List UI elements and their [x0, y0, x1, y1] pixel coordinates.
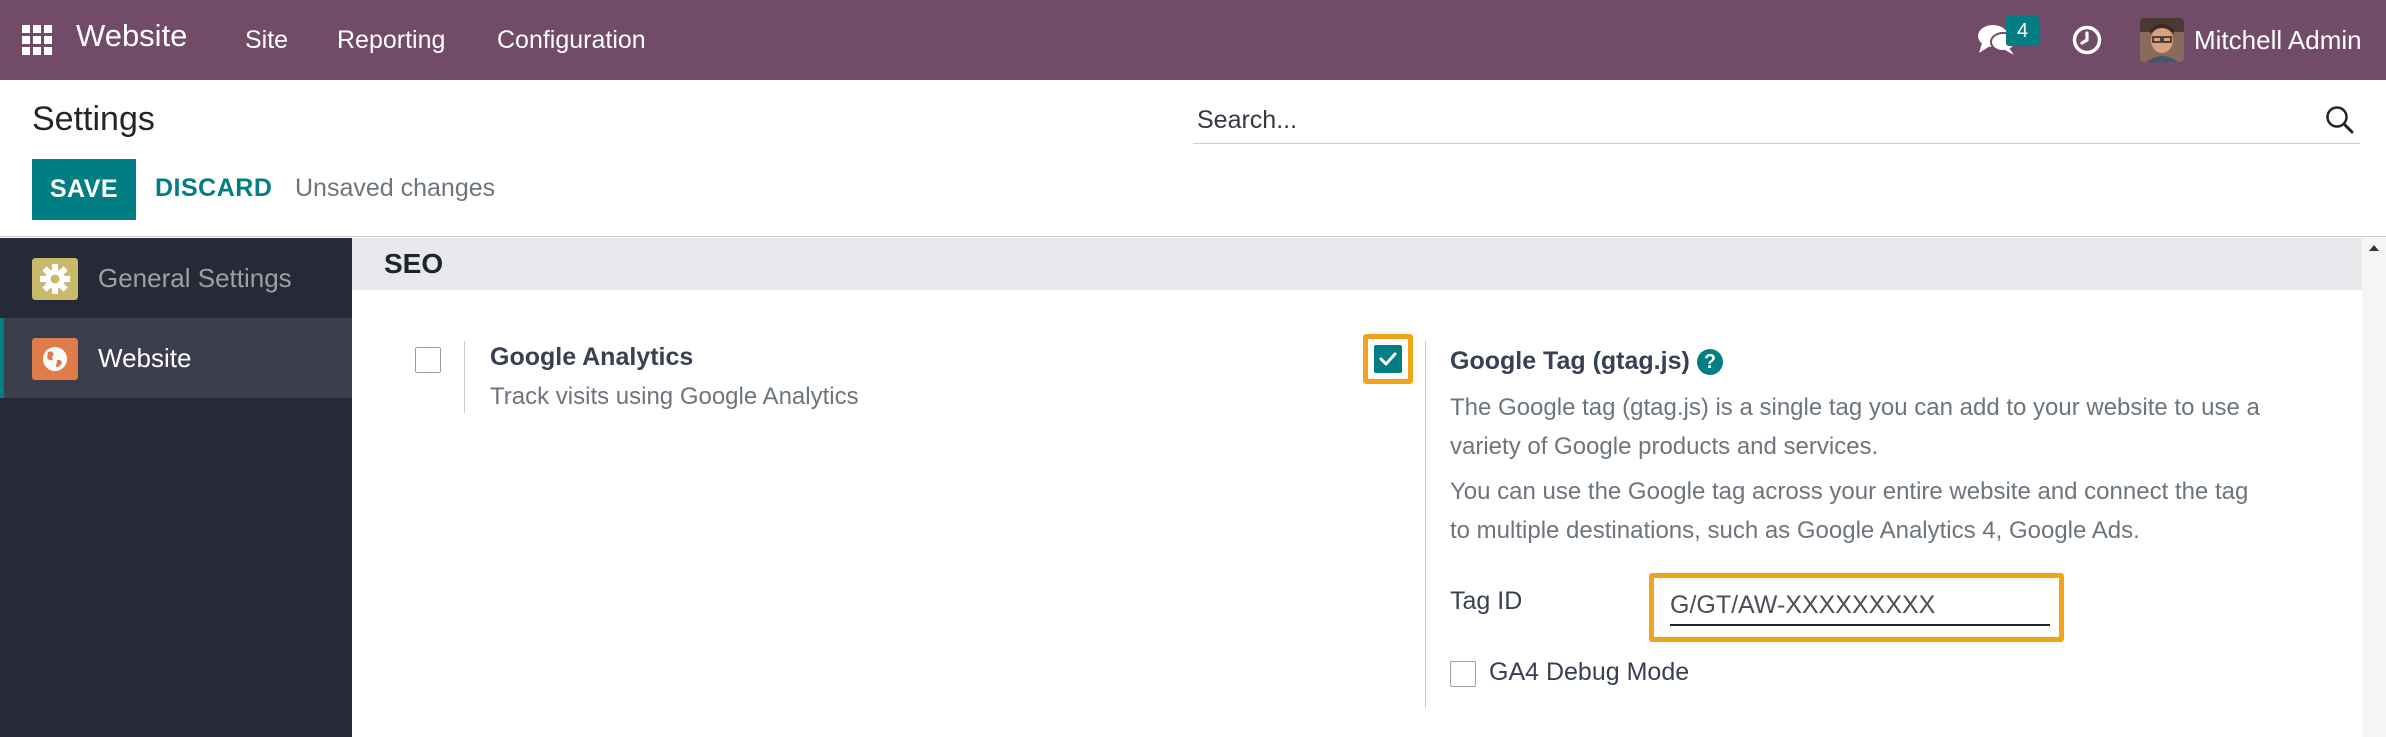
scrollbar[interactable]: [2362, 238, 2386, 737]
google-tag-description-destinations: You can use the Google tag across your e…: [1450, 478, 2249, 544]
scroll-up-arrow-icon[interactable]: [2362, 238, 2386, 258]
google-analytics-title: Google Analytics: [490, 343, 694, 371]
control-panel: Settings SAVE DISCARD Unsaved changes: [0, 80, 2386, 237]
google-tag-checkbox[interactable]: [1374, 345, 1402, 373]
sidebar-item-label: General Settings: [98, 263, 292, 293]
ga4-debug-checkbox[interactable]: [1450, 661, 1476, 687]
settings-sidebar: General Settings Website: [0, 238, 352, 737]
tag-id-input[interactable]: [1670, 586, 2050, 626]
page-title: Settings: [32, 100, 155, 138]
google-analytics-checkbox[interactable]: [415, 347, 441, 373]
divider: [464, 341, 465, 413]
settings-content: SEO Google Analytics Track visits using …: [352, 238, 2362, 737]
divider: [1425, 341, 1426, 708]
ga4-debug-label: GA4 Debug Mode: [1489, 658, 1690, 686]
app-brand[interactable]: Website: [76, 18, 187, 54]
unsaved-changes-status: Unsaved changes: [295, 174, 496, 202]
checkmark-icon: [1379, 352, 1397, 366]
save-button[interactable]: SAVE: [32, 159, 136, 220]
section-title: SEO: [384, 248, 444, 279]
globe-icon: [32, 338, 78, 380]
avatar[interactable]: [2140, 18, 2184, 62]
gear-icon: [32, 258, 78, 300]
search-bar: [1193, 96, 2360, 144]
message-count-badge: 4: [2006, 16, 2039, 46]
clock-icon[interactable]: [2071, 24, 2103, 56]
user-name[interactable]: Mitchell Admin: [2194, 25, 2362, 56]
sidebar-item-label: Website: [98, 343, 192, 373]
app-grid-icon[interactable]: [22, 25, 52, 55]
search-icon[interactable]: [2324, 104, 2356, 136]
search-input[interactable]: [1197, 102, 2287, 138]
sidebar-item-general-settings[interactable]: General Settings: [0, 238, 352, 318]
google-tag-title: Google Tag (gtag.js): [1450, 347, 1690, 375]
section-header: SEO: [352, 238, 2362, 290]
menu-site[interactable]: Site: [245, 26, 288, 55]
sidebar-item-website[interactable]: Website: [0, 318, 352, 398]
discard-button[interactable]: DISCARD: [155, 174, 272, 203]
top-navbar: Website Site Reporting Configuration 4 M…: [0, 0, 2386, 80]
tag-id-label: Tag ID: [1450, 587, 1523, 615]
menu-configuration[interactable]: Configuration: [497, 26, 646, 55]
google-analytics-description: Track visits using Google Analytics: [490, 383, 859, 410]
menu-reporting[interactable]: Reporting: [337, 26, 445, 55]
help-icon[interactable]: ?: [1697, 349, 1723, 375]
google-tag-description: The Google tag (gtag.js) is a single tag…: [1450, 394, 2260, 460]
